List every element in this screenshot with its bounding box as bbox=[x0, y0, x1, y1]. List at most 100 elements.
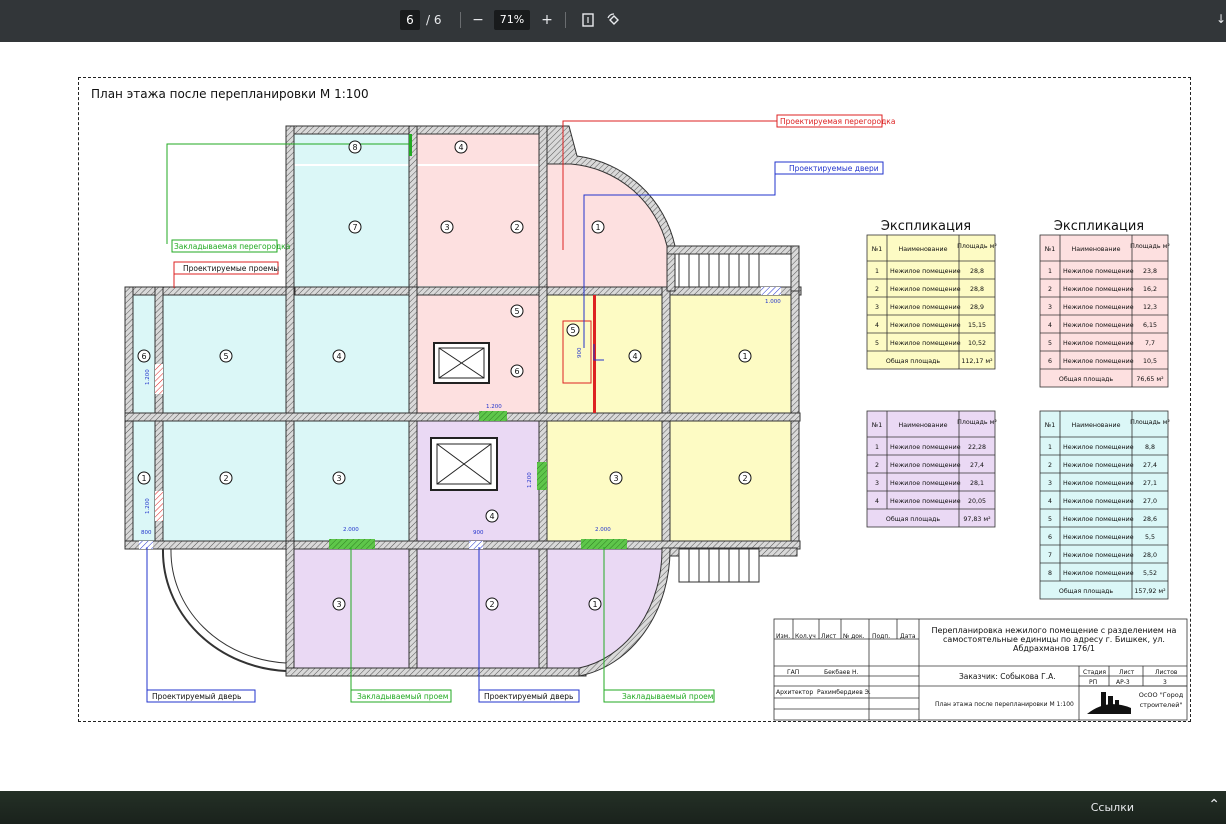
room-number: 6 bbox=[514, 367, 519, 376]
table-cell: Нежилое помещение bbox=[1063, 552, 1134, 559]
table-cell: 1 bbox=[1048, 268, 1052, 275]
stamp-header: № док. bbox=[843, 633, 865, 640]
stamp-arch-label: Архитектор bbox=[776, 689, 813, 696]
table-cell: 20,05 bbox=[968, 498, 986, 505]
table-cell: Нежилое помещение bbox=[1063, 340, 1134, 347]
table-cell: Нежилое помещение bbox=[890, 340, 961, 347]
table-cell: Нежилое помещение bbox=[890, 462, 961, 469]
table-total-value: 112,17 м² bbox=[961, 358, 993, 365]
dimension-label: 1.200 bbox=[145, 498, 151, 514]
callout-bricked-opening-2: Закладываемый проем bbox=[622, 692, 713, 701]
toolbar-divider bbox=[565, 12, 566, 28]
explication-tables: №1 Наименование Площадь м² 1 Нежилое помещен… bbox=[866, 234, 1170, 600]
table-cell: Нежилое помещение bbox=[890, 498, 961, 505]
table-cell: Нежилое помещение bbox=[890, 304, 961, 311]
room-number: 3 bbox=[336, 600, 341, 609]
room-number: 4 bbox=[336, 352, 341, 361]
dimension-label: 900 bbox=[473, 530, 484, 536]
table-header: Площадь м² bbox=[1130, 419, 1170, 426]
callout-openings: Проектируемые проемы bbox=[183, 264, 279, 273]
minus-icon[interactable]: − bbox=[468, 10, 488, 30]
page-number-input[interactable]: 6 bbox=[400, 10, 420, 30]
table-cell: Нежилое помещение bbox=[1063, 498, 1134, 505]
callout-bricked-partition: Закладываемая перегородка bbox=[174, 242, 290, 251]
table-cell: 7 bbox=[1048, 552, 1052, 559]
table-cell: Нежилое помещение bbox=[1063, 304, 1134, 311]
table-cell: 2 bbox=[1048, 286, 1052, 293]
table-total-label: Общая площадь bbox=[1059, 587, 1114, 595]
table-total-value: 97,83 м² bbox=[963, 516, 991, 523]
room-number: 5 bbox=[514, 307, 519, 316]
dimension-label: 900 bbox=[577, 347, 583, 358]
table-header: Площадь м² bbox=[957, 419, 997, 426]
table-cell: Нежилое помещение bbox=[1063, 516, 1134, 523]
dimension-label: 800 bbox=[141, 530, 152, 536]
room-number: 5 bbox=[570, 326, 575, 335]
table-cell: 5,5 bbox=[1145, 534, 1155, 541]
room-number: 2 bbox=[223, 474, 228, 483]
callout-door-left: Проектируемый дверь bbox=[152, 692, 241, 701]
stamp-customer: Заказчик: Собыкова Г.А. bbox=[959, 672, 1056, 681]
table-cell: Нежилое помещение bbox=[1063, 534, 1134, 541]
room-number: 2 bbox=[742, 474, 747, 483]
stamp-company: ОсОО "Город строителей" bbox=[1138, 691, 1184, 709]
table-cell: 2 bbox=[875, 286, 879, 293]
table-cell: 22,28 bbox=[968, 444, 986, 451]
stamp-header: Подп. bbox=[872, 633, 890, 640]
zoom-input[interactable]: 71% bbox=[494, 10, 530, 30]
room-number: 1 bbox=[141, 474, 146, 483]
table-total-value: 157,92 м² bbox=[1134, 588, 1166, 595]
stamp-stage-header: Стадия bbox=[1083, 669, 1106, 676]
room-number: 1 bbox=[742, 352, 747, 361]
table-header: Наименование bbox=[1072, 246, 1121, 253]
dimension-label: 1.000 bbox=[765, 299, 781, 305]
links-button[interactable]: Ссылки bbox=[1091, 801, 1134, 814]
table-cell: Нежилое помещение bbox=[1063, 444, 1134, 451]
table-header: №1 bbox=[1044, 422, 1056, 429]
callout-partition: Проектируемая перегородка bbox=[780, 117, 895, 126]
room-number: 6 bbox=[141, 352, 146, 361]
table-cell: 1 bbox=[875, 444, 879, 451]
table-cell: Нежилое помещение bbox=[1063, 286, 1134, 293]
room-number: 4 bbox=[632, 352, 637, 361]
dimension-label: 1.200 bbox=[145, 369, 151, 385]
plus-icon[interactable]: + bbox=[537, 10, 557, 30]
room-number: 3 bbox=[336, 474, 341, 483]
table-cell: 16,2 bbox=[1143, 286, 1157, 293]
stamp-stage: РП bbox=[1089, 679, 1097, 686]
table-cell: Нежилое помещение bbox=[890, 286, 961, 293]
table-header: Площадь м² bbox=[957, 243, 997, 250]
table-cell: 3 bbox=[875, 480, 879, 487]
table-header: №1 bbox=[1044, 246, 1056, 253]
dimension-label: 2.000 bbox=[343, 527, 359, 533]
table-header: Наименование bbox=[899, 246, 948, 253]
stamp-sheet-header: Лист bbox=[1119, 669, 1135, 676]
chevron-up-icon[interactable]: ⌃ bbox=[1208, 797, 1220, 813]
room-number: 5 bbox=[223, 352, 228, 361]
download-icon[interactable]: ↓ bbox=[1216, 12, 1226, 26]
pdf-toolbar: 6 / 6 − 71% + ↓ bbox=[0, 0, 1226, 42]
table-cell: Нежилое помещение bbox=[1063, 322, 1134, 329]
table-cell: 5 bbox=[1048, 340, 1052, 347]
stamp-header: Кол.уч bbox=[795, 633, 816, 640]
table-cell: 27,1 bbox=[1143, 480, 1157, 487]
stamp-header: Дата bbox=[900, 633, 916, 640]
table-cell: 5 bbox=[875, 340, 879, 347]
stamp-sheets-header: Листов bbox=[1155, 669, 1178, 676]
fit-page-icon[interactable] bbox=[578, 10, 598, 30]
table-cell: 27,4 bbox=[1143, 462, 1157, 469]
table-cell: 1 bbox=[1048, 444, 1052, 451]
table-cell: 2 bbox=[875, 462, 879, 469]
rotate-icon[interactable] bbox=[604, 10, 624, 30]
room-number: 1 bbox=[595, 223, 600, 232]
dimension-label: 2.000 bbox=[595, 527, 611, 533]
table-header: №1 bbox=[871, 422, 883, 429]
room-fills bbox=[133, 134, 791, 668]
room-number: 3 bbox=[444, 223, 449, 232]
table-cell: Нежилое помещение bbox=[890, 444, 961, 451]
page-total: 6 bbox=[433, 13, 442, 27]
table-cell: 28,8 bbox=[970, 286, 984, 293]
table-cell: 28,8 bbox=[970, 268, 984, 275]
table-cell: Нежилое помещение bbox=[1063, 358, 1134, 365]
dimension-label: 1.200 bbox=[527, 472, 533, 488]
